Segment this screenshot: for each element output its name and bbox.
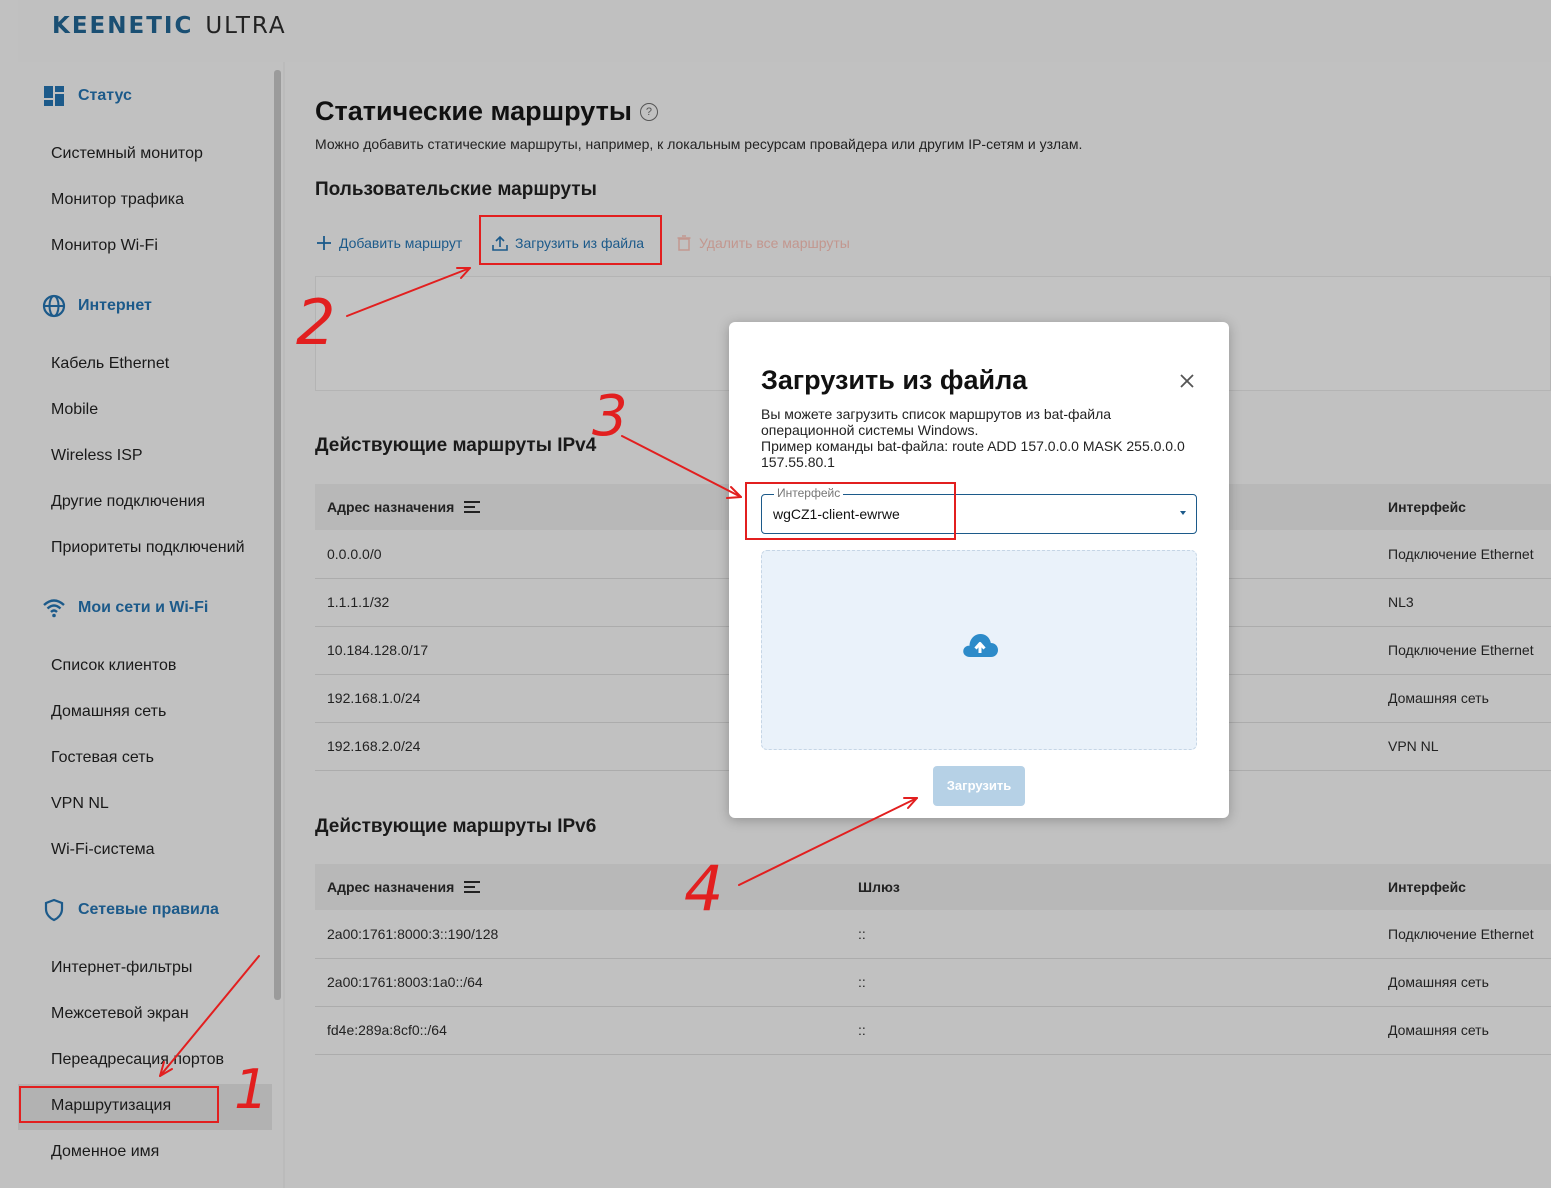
shield-icon xyxy=(44,898,64,922)
sidebar-group-network-rules[interactable]: Сетевые правила xyxy=(42,895,219,925)
sidebar-item-client-list[interactable]: Список клиентов xyxy=(51,656,176,676)
ipv6-column-destination[interactable]: Адрес назначения xyxy=(327,864,481,910)
sort-icon[interactable] xyxy=(464,881,481,893)
annotation-box-routing xyxy=(19,1086,219,1123)
upload-button[interactable]: Загрузить xyxy=(933,766,1025,806)
annotation-box-interface xyxy=(745,482,956,540)
sidebar-item-traffic-monitor[interactable]: Монитор трафика xyxy=(51,190,184,210)
sidebar-item-firewall[interactable]: Межсетевой экран xyxy=(51,1004,189,1024)
sidebar-divider xyxy=(283,62,285,1188)
sidebar: Статус Системный монитор Монитор трафика… xyxy=(18,62,272,1188)
add-route-button[interactable]: Добавить маршрут xyxy=(315,233,462,253)
chevron-down-icon xyxy=(1180,511,1186,515)
ipv6-routes-title: Действующие маршруты IPv6 xyxy=(315,816,597,837)
ipv4-column-interface: Интерфейс xyxy=(1388,499,1466,515)
sidebar-item-wifi-system[interactable]: Wi-Fi-система xyxy=(51,840,155,860)
table-row: 2a00:1761:8000:3::190/128:: Подключение E… xyxy=(315,911,1551,959)
sort-icon[interactable] xyxy=(464,501,481,513)
globe-icon xyxy=(42,294,66,318)
sidebar-item-ethernet-cable[interactable]: Кабель Ethernet xyxy=(51,354,169,374)
table-row: 2a00:1761:8003:1a0::/64:: Домашняя сеть xyxy=(315,959,1551,1007)
sidebar-group-networks[interactable]: Мои сети и Wi-Fi xyxy=(42,593,208,623)
file-dropzone[interactable] xyxy=(761,550,1197,750)
sidebar-item-connection-priorities[interactable]: Приоритеты подключений xyxy=(51,538,245,558)
sidebar-item-wireless-isp[interactable]: Wireless ISP xyxy=(51,446,143,466)
sidebar-item-home-network[interactable]: Домашняя сеть xyxy=(51,702,166,722)
dashboard-icon xyxy=(44,86,64,106)
sidebar-item-other-connections[interactable]: Другие подключения xyxy=(51,492,205,512)
ipv6-table-header: Адрес назначения Шлюз Интерфейс xyxy=(315,864,1551,910)
ipv4-routes-title: Действующие маршруты IPv4 xyxy=(315,435,597,456)
ipv6-column-gateway: Шлюз xyxy=(858,879,900,895)
user-routes-title: Пользовательские маршруты xyxy=(315,179,597,200)
annotation-label-3: 3 xyxy=(592,384,628,449)
sidebar-item-wifi-monitor[interactable]: Монитор Wi-Fi xyxy=(51,236,158,256)
cloud-upload-icon xyxy=(963,634,998,657)
plus-icon xyxy=(317,236,331,250)
sidebar-item-domain-name[interactable]: Доменное имя xyxy=(51,1142,159,1162)
close-icon[interactable] xyxy=(1177,371,1197,391)
wifi-icon xyxy=(43,599,65,618)
page-title: Статические маршруты ? xyxy=(315,96,658,127)
sidebar-item-internet-filters[interactable]: Интернет-фильтры xyxy=(51,958,192,978)
sidebar-item-system-monitor[interactable]: Системный монитор xyxy=(51,144,203,164)
sidebar-group-status[interactable]: Статус xyxy=(42,81,132,111)
sidebar-item-port-forwarding[interactable]: Переадресация портов xyxy=(51,1050,224,1070)
help-icon[interactable]: ? xyxy=(639,102,658,121)
delete-all-routes-button[interactable]: Удалить все маршруты xyxy=(675,233,850,253)
ipv4-column-destination[interactable]: Адрес назначения xyxy=(327,484,481,530)
sidebar-scrollbar[interactable] xyxy=(274,70,281,1000)
page-description: Можно добавить статические маршруты, нап… xyxy=(315,136,1083,152)
trash-icon xyxy=(677,235,691,251)
sidebar-item-mobile[interactable]: Mobile xyxy=(51,400,98,420)
ipv6-column-interface: Интерфейс xyxy=(1388,879,1466,895)
annotation-box-upload xyxy=(479,215,662,265)
sidebar-item-guest-network[interactable]: Гостевая сеть xyxy=(51,748,154,768)
sidebar-group-internet[interactable]: Интернет xyxy=(42,291,152,321)
table-row: fd4e:289a:8cf0::/64:: Домашняя сеть xyxy=(315,1007,1551,1055)
upload-dialog: Загрузить из файла Вы можете загрузить с… xyxy=(729,322,1229,818)
sidebar-item-vpn-nl[interactable]: VPN NL xyxy=(51,794,109,814)
dialog-title: Загрузить из файла xyxy=(761,365,1028,395)
keenetic-logo[interactable]: KEENETIC ULTRA xyxy=(52,12,287,40)
dialog-description: Вы можете загрузить список маршрутов из … xyxy=(761,406,1185,470)
